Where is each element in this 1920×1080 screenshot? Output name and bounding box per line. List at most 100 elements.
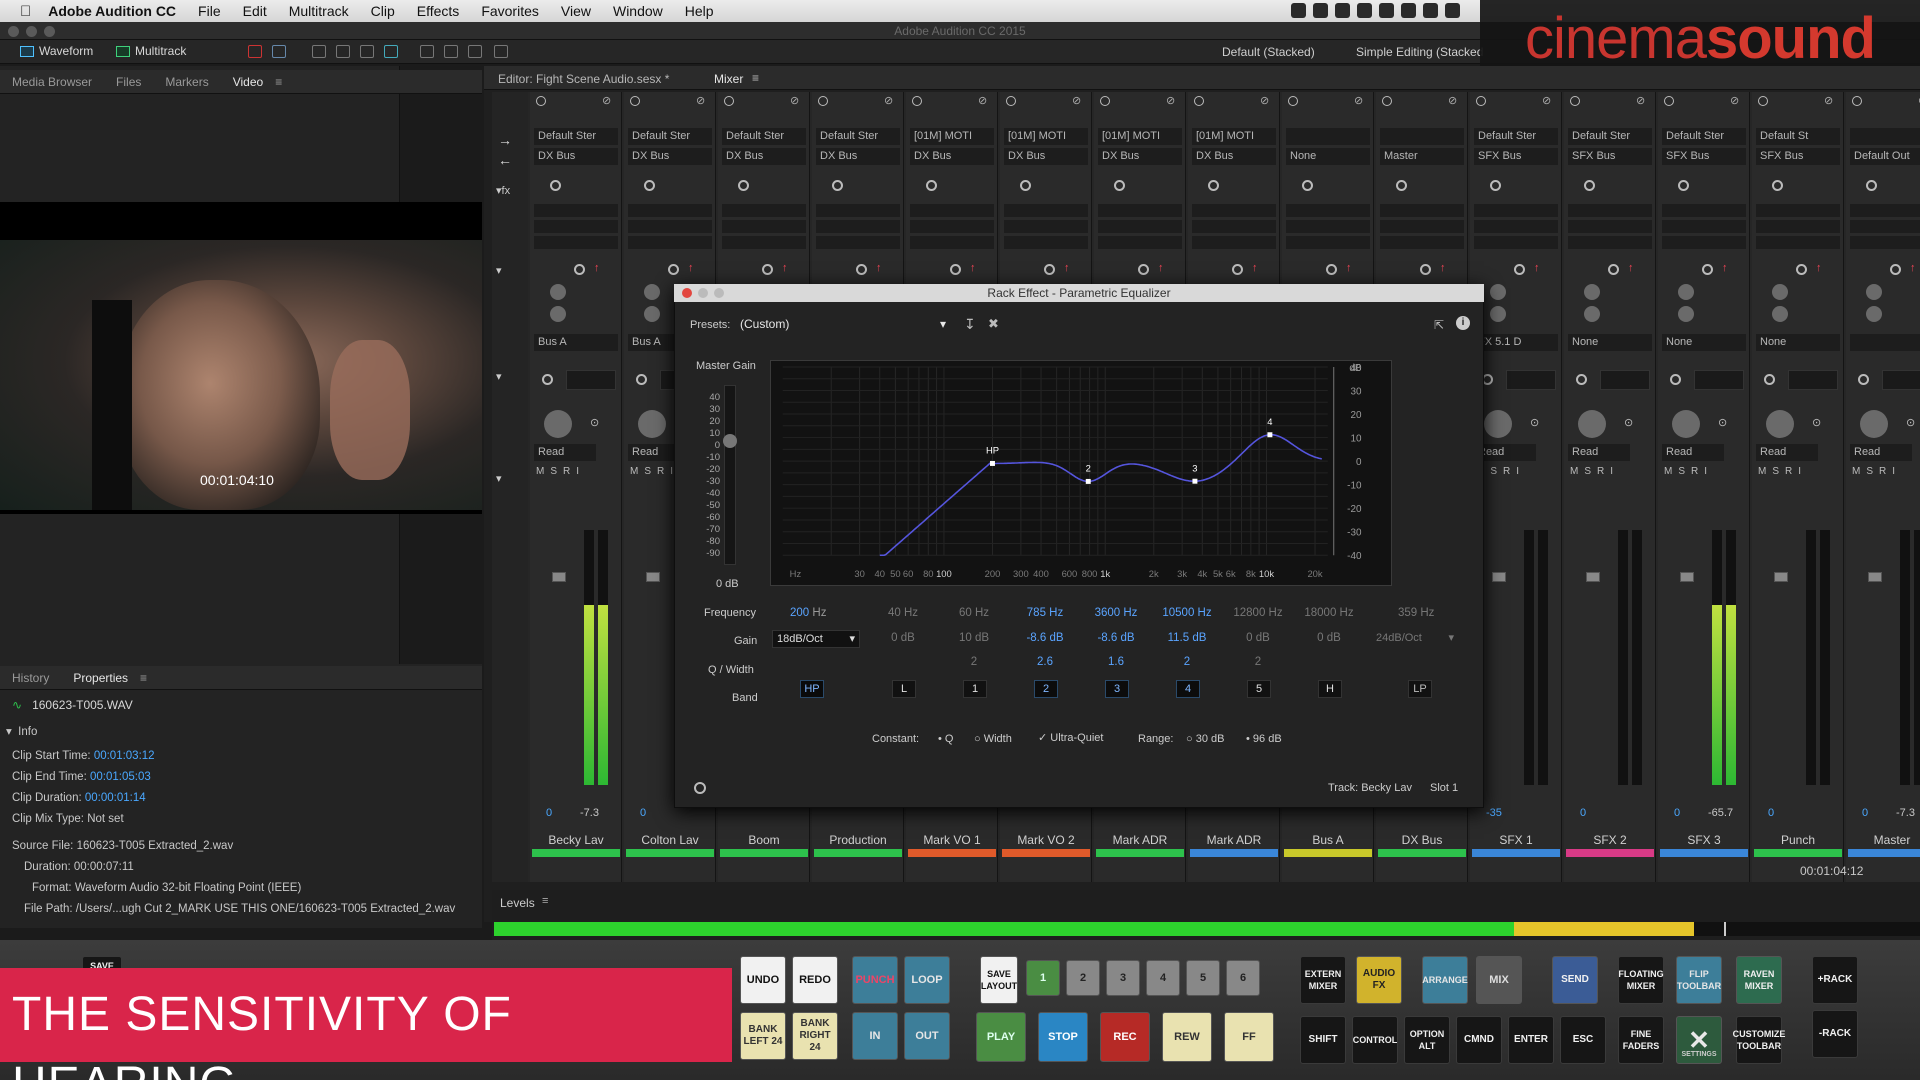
brush-tool-icon[interactable] bbox=[468, 45, 482, 58]
fx-slot[interactable] bbox=[816, 220, 900, 233]
close-dialog-icon[interactable] bbox=[682, 288, 692, 298]
strip-settings-icon[interactable]: ⊘ bbox=[1824, 94, 1833, 107]
apple-icon[interactable]:  bbox=[0, 3, 37, 20]
redo-button[interactable]: REDO bbox=[792, 956, 838, 1004]
eq-band-handle[interactable] bbox=[1085, 478, 1091, 484]
fx-slot[interactable] bbox=[628, 236, 712, 249]
workspace-simple-editing[interactable]: Simple Editing (Stacked bbox=[1356, 45, 1483, 59]
strip-settings-icon[interactable]: ⊘ bbox=[1542, 94, 1551, 107]
zoom-dialog-icon[interactable] bbox=[714, 288, 724, 298]
fx-slot[interactable] bbox=[1098, 220, 1182, 233]
send-power-icon[interactable] bbox=[1702, 264, 1713, 275]
strip-settings-icon[interactable]: ⊘ bbox=[978, 94, 987, 107]
strip-select-icon[interactable] bbox=[1100, 96, 1110, 106]
info-section-toggle[interactable]: ▾ Info bbox=[6, 724, 37, 738]
fx-slot[interactable] bbox=[534, 236, 618, 249]
fx-power-icon[interactable] bbox=[926, 180, 937, 191]
eq-power-icon[interactable] bbox=[542, 374, 553, 385]
send-volume-knob[interactable] bbox=[1772, 284, 1788, 300]
band-frequency-value[interactable]: 18000 Hz bbox=[1298, 607, 1360, 619]
strip-input-selector[interactable]: Default Ster bbox=[628, 128, 712, 145]
rack-down-button[interactable]: -RACK bbox=[1812, 1010, 1858, 1058]
razor-tool-icon[interactable] bbox=[336, 45, 350, 58]
fx-power-icon[interactable] bbox=[1678, 180, 1689, 191]
fx-slot[interactable] bbox=[1850, 220, 1920, 233]
strip-output-selector[interactable]: SFX Bus bbox=[1474, 148, 1558, 165]
tray-icon[interactable] bbox=[1313, 3, 1328, 18]
tray-icon[interactable] bbox=[1401, 3, 1416, 18]
track-name[interactable]: Mark ADR bbox=[1190, 831, 1278, 849]
band-frequency-value[interactable]: 3600 Hz bbox=[1085, 607, 1147, 619]
fast-forward-button[interactable]: FF bbox=[1224, 1012, 1274, 1062]
in-button[interactable]: IN bbox=[852, 1012, 898, 1060]
strip-input-selector[interactable]: Default Ster bbox=[1474, 128, 1558, 145]
strip-output-selector[interactable]: SFX Bus bbox=[1568, 148, 1652, 165]
band-frequency-value[interactable]: 785 Hz bbox=[1014, 607, 1076, 619]
strip-settings-icon[interactable]: ⊘ bbox=[1260, 94, 1269, 107]
customize-toolbar-button[interactable]: CUSTOMIZE TOOLBAR bbox=[1733, 1016, 1785, 1064]
tab-editor[interactable]: Editor: Fight Scene Audio.sesx * bbox=[498, 72, 669, 86]
volume-fader[interactable] bbox=[1680, 572, 1694, 582]
band-toggle[interactable]: 2 bbox=[1034, 680, 1058, 698]
mix-button[interactable]: MIX bbox=[1476, 956, 1522, 1004]
fx-slot[interactable] bbox=[1568, 204, 1652, 217]
menu-window[interactable]: Window bbox=[602, 3, 674, 19]
strip-settings-icon[interactable]: ⊘ bbox=[1354, 94, 1363, 107]
track-name[interactable]: SFX 2 bbox=[1566, 831, 1654, 849]
send-destination[interactable]: FX 5.1 D bbox=[1474, 334, 1558, 351]
band-q-value[interactable]: 2 bbox=[1156, 656, 1218, 668]
strip-input-selector[interactable]: [01M] MOTI bbox=[1192, 128, 1276, 145]
automation-mode[interactable]: Read bbox=[1568, 444, 1630, 461]
band-frequency-value[interactable]: 40 Hz bbox=[872, 607, 934, 619]
layout-6-button[interactable]: 6 bbox=[1226, 960, 1260, 996]
eq-power-icon[interactable] bbox=[1670, 374, 1681, 385]
fx-slot[interactable] bbox=[910, 220, 994, 233]
fx-slot[interactable] bbox=[1192, 204, 1276, 217]
menu-file[interactable]: File bbox=[187, 3, 232, 19]
strip-output-selector[interactable]: DX Bus bbox=[534, 148, 618, 165]
presets-dropdown[interactable]: (Custom) ▾ bbox=[740, 314, 950, 334]
band-toggle[interactable]: H bbox=[1318, 680, 1342, 698]
track-name[interactable]: Master bbox=[1848, 831, 1920, 849]
send-volume-knob[interactable] bbox=[644, 284, 660, 300]
send-prepost-icon[interactable]: ↑ bbox=[688, 262, 694, 274]
track-name[interactable]: Colton Lav bbox=[626, 831, 714, 849]
tray-icon[interactable] bbox=[1291, 3, 1306, 18]
strip-select-icon[interactable] bbox=[1194, 96, 1204, 106]
menu-clip[interactable]: Clip bbox=[360, 3, 406, 19]
send-prepost-icon[interactable]: ↑ bbox=[970, 262, 976, 274]
band-lp-toggle[interactable]: LP bbox=[1408, 680, 1432, 698]
tray-icon[interactable] bbox=[1335, 3, 1350, 18]
fx-slot[interactable] bbox=[1098, 204, 1182, 217]
flip-toolbar-button[interactable]: FLIP TOOLBAR bbox=[1676, 956, 1722, 1004]
fader-section-toggle-icon[interactable]: ▾ bbox=[496, 472, 502, 485]
band-gain-value[interactable]: -8.6 dB bbox=[1085, 632, 1147, 644]
fx-slot[interactable] bbox=[910, 236, 994, 249]
fx-slot[interactable] bbox=[816, 236, 900, 249]
mute-button[interactable]: M bbox=[630, 466, 638, 477]
arrange-button[interactable]: ARRANGE bbox=[1422, 956, 1468, 1004]
stereo-icon[interactable]: ⊙ bbox=[1530, 416, 1539, 429]
track-name[interactable]: Punch bbox=[1754, 831, 1842, 849]
strip-input-selector[interactable]: [01M] MOTI bbox=[1098, 128, 1182, 145]
rack-up-button[interactable]: +RACK bbox=[1812, 956, 1858, 1004]
track-name[interactable]: Becky Lav bbox=[532, 831, 620, 849]
track-name[interactable]: Bus A bbox=[1284, 831, 1372, 849]
spectral-display-icon[interactable] bbox=[248, 45, 262, 58]
fx-power-icon[interactable] bbox=[1490, 180, 1501, 191]
strip-output-selector[interactable]: DX Bus bbox=[1098, 148, 1182, 165]
band-gain-value[interactable]: 0 dB bbox=[872, 632, 934, 644]
strip-settings-icon[interactable]: ⊘ bbox=[1072, 94, 1081, 107]
send-prepost-icon[interactable]: ↑ bbox=[1628, 262, 1634, 274]
send-pan-knob[interactable] bbox=[1678, 306, 1694, 322]
volume-value[interactable]: 0 bbox=[640, 807, 646, 819]
out-button[interactable]: OUT bbox=[904, 1012, 950, 1060]
volume-fader[interactable] bbox=[1868, 572, 1882, 582]
constant-width-radio[interactable]: ○ Width bbox=[974, 733, 1012, 745]
tray-icon[interactable] bbox=[1445, 3, 1460, 18]
fx-slot[interactable] bbox=[1474, 236, 1558, 249]
fx-power-icon[interactable] bbox=[738, 180, 749, 191]
menu-help[interactable]: Help bbox=[674, 3, 725, 19]
stereo-icon[interactable]: ⊙ bbox=[1812, 416, 1821, 429]
fx-power-icon[interactable] bbox=[1866, 180, 1877, 191]
